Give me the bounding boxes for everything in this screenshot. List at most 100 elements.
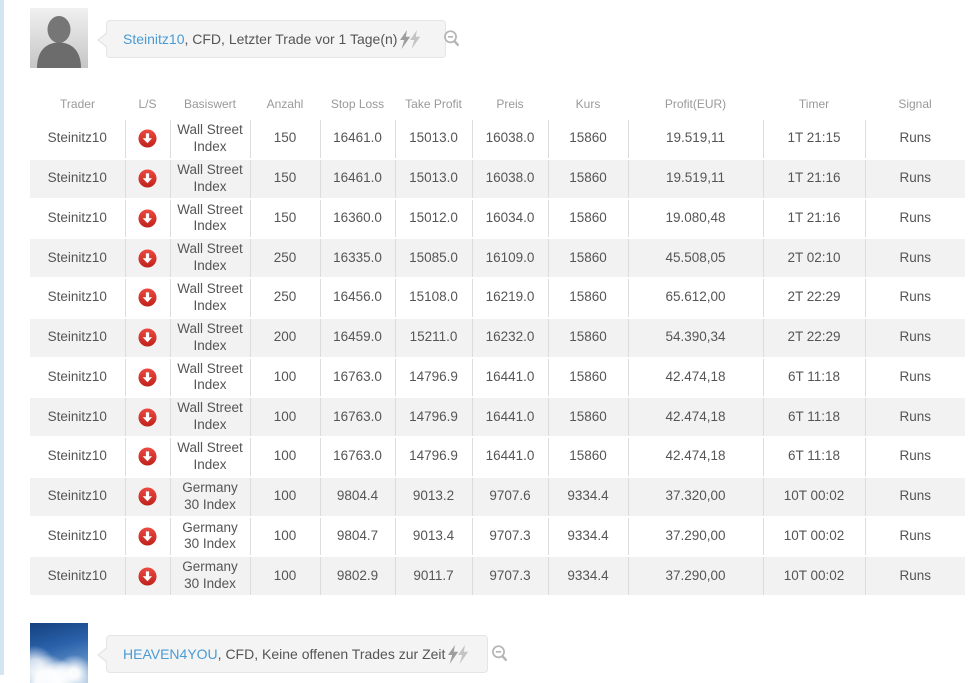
- table-row: Steinitz10Wall Street Index25016335.0150…: [30, 238, 965, 278]
- cell-long-short: [125, 278, 170, 318]
- zoom-out-icon[interactable]: [442, 29, 462, 49]
- cell-take-profit: 14796.9: [395, 397, 472, 437]
- cell-stop-loss: 16456.0: [320, 278, 395, 318]
- cell-anzahl: 250: [250, 238, 320, 278]
- cell-trader: Steinitz10: [30, 278, 125, 318]
- cell-basiswert: Germany 30 Index: [170, 477, 250, 517]
- cell-preis: 16038.0: [472, 120, 548, 159]
- cell-signal: Runs: [865, 318, 965, 358]
- cell-preis: 16109.0: [472, 238, 548, 278]
- cell-preis: 9707.3: [472, 556, 548, 596]
- cell-timer: 2T 22:29: [763, 318, 865, 358]
- cell-signal: Runs: [865, 556, 965, 596]
- cell-kurs: 9334.4: [548, 517, 628, 557]
- cell-take-profit: 15211.0: [395, 318, 472, 358]
- column-header-profit-eur-: Profit(EUR): [628, 88, 763, 120]
- cell-signal: Runs: [865, 238, 965, 278]
- cell-trader: Steinitz10: [30, 318, 125, 358]
- column-header-basiswert: Basiswert: [170, 88, 250, 120]
- table-row: Steinitz10Germany 30 Index1009802.99011.…: [30, 556, 965, 596]
- trade-status-message: , CFD, Letzter Trade vor 1 Tage(n): [184, 31, 397, 47]
- cell-kurs: 15860: [548, 238, 628, 278]
- cell-basiswert: Wall Street Index: [170, 397, 250, 437]
- cell-stop-loss: 16763.0: [320, 437, 395, 477]
- cell-kurs: 15860: [548, 318, 628, 358]
- status-text: Steinitz10, CFD, Letzter Trade vor 1 Tag…: [123, 31, 397, 47]
- cell-trader: Steinitz10: [30, 199, 125, 239]
- cell-kurs: 15860: [548, 437, 628, 477]
- cell-timer: 6T 11:18: [763, 358, 865, 398]
- cell-take-profit: 15108.0: [395, 278, 472, 318]
- cell-long-short: [125, 238, 170, 278]
- cell-profit-eur: 19.519,11: [628, 159, 763, 199]
- cell-long-short: [125, 318, 170, 358]
- table-row: Steinitz10Germany 30 Index1009804.79013.…: [30, 517, 965, 557]
- cell-basiswert: Wall Street Index: [170, 199, 250, 239]
- cell-long-short: [125, 199, 170, 239]
- cell-stop-loss: 16335.0: [320, 238, 395, 278]
- trader-link-heaven4you[interactable]: HEAVEN4YOU: [123, 646, 218, 662]
- cell-timer: 2T 02:10: [763, 238, 865, 278]
- cell-take-profit: 9011.7: [395, 556, 472, 596]
- cell-stop-loss: 16461.0: [320, 120, 395, 159]
- zoom-out-icon[interactable]: [490, 644, 510, 664]
- table-row: Steinitz10Wall Street Index25016456.0151…: [30, 278, 965, 318]
- short-position-icon: [138, 328, 157, 347]
- cell-take-profit: 9013.4: [395, 517, 472, 557]
- column-header-preis: Preis: [472, 88, 548, 120]
- cell-profit-eur: 19.519,11: [628, 120, 763, 159]
- cell-kurs: 15860: [548, 278, 628, 318]
- double-lightning-icon[interactable]: [445, 645, 472, 664]
- cell-timer: 10T 00:02: [763, 477, 865, 517]
- cell-take-profit: 9013.2: [395, 477, 472, 517]
- cell-trader: Steinitz10: [30, 556, 125, 596]
- cell-trader: Steinitz10: [30, 437, 125, 477]
- cell-anzahl: 100: [250, 358, 320, 398]
- cell-profit-eur: 37.290,00: [628, 556, 763, 596]
- cell-long-short: [125, 120, 170, 159]
- column-header-timer: Timer: [763, 88, 865, 120]
- trader-link-steinitz10[interactable]: Steinitz10: [123, 31, 184, 47]
- table-row: Steinitz10Wall Street Index10016763.0147…: [30, 358, 965, 398]
- feed-timeline-strip: [0, 0, 4, 675]
- cell-stop-loss: 16461.0: [320, 159, 395, 199]
- avatar-steinitz10[interactable]: [30, 8, 88, 68]
- short-position-icon: [138, 527, 157, 546]
- double-lightning-icon[interactable]: [397, 30, 424, 49]
- short-position-icon: [138, 487, 157, 506]
- cell-take-profit: 15012.0: [395, 199, 472, 239]
- cell-take-profit: 14796.9: [395, 358, 472, 398]
- cell-signal: Runs: [865, 199, 965, 239]
- cell-timer: 6T 11:18: [763, 437, 865, 477]
- cell-signal: Runs: [865, 477, 965, 517]
- cell-preis: 16034.0: [472, 199, 548, 239]
- status-bubble-steinitz10: Steinitz10, CFD, Letzter Trade vor 1 Tag…: [106, 20, 446, 58]
- table-row: Steinitz10Wall Street Index10016763.0147…: [30, 397, 965, 437]
- cell-basiswert: Wall Street Index: [170, 159, 250, 199]
- cell-trader: Steinitz10: [30, 238, 125, 278]
- cell-basiswert: Germany 30 Index: [170, 556, 250, 596]
- cell-signal: Runs: [865, 120, 965, 159]
- cell-basiswert: Wall Street Index: [170, 437, 250, 477]
- cell-stop-loss: 16763.0: [320, 397, 395, 437]
- short-position-icon: [138, 288, 157, 307]
- short-position-icon: [138, 567, 157, 586]
- table-header-row: TraderL/SBasiswertAnzahlStop LossTake Pr…: [30, 88, 965, 120]
- column-header-take-profit: Take Profit: [395, 88, 472, 120]
- table-row: Steinitz10Wall Street Index10016763.0147…: [30, 437, 965, 477]
- cell-signal: Runs: [865, 397, 965, 437]
- cell-signal: Runs: [865, 517, 965, 557]
- cell-timer: 10T 00:02: [763, 556, 865, 596]
- column-header-trader: Trader: [30, 88, 125, 120]
- short-position-icon: [138, 249, 157, 268]
- cell-kurs: 9334.4: [548, 477, 628, 517]
- cell-anzahl: 100: [250, 397, 320, 437]
- cell-preis: 16441.0: [472, 437, 548, 477]
- cell-preis: 9707.3: [472, 517, 548, 557]
- cell-trader: Steinitz10: [30, 358, 125, 398]
- cell-stop-loss: 9804.7: [320, 517, 395, 557]
- cell-basiswert: Germany 30 Index: [170, 517, 250, 557]
- cell-stop-loss: 9802.9: [320, 556, 395, 596]
- avatar-heaven4you[interactable]: [30, 623, 88, 683]
- cell-timer: 6T 11:18: [763, 397, 865, 437]
